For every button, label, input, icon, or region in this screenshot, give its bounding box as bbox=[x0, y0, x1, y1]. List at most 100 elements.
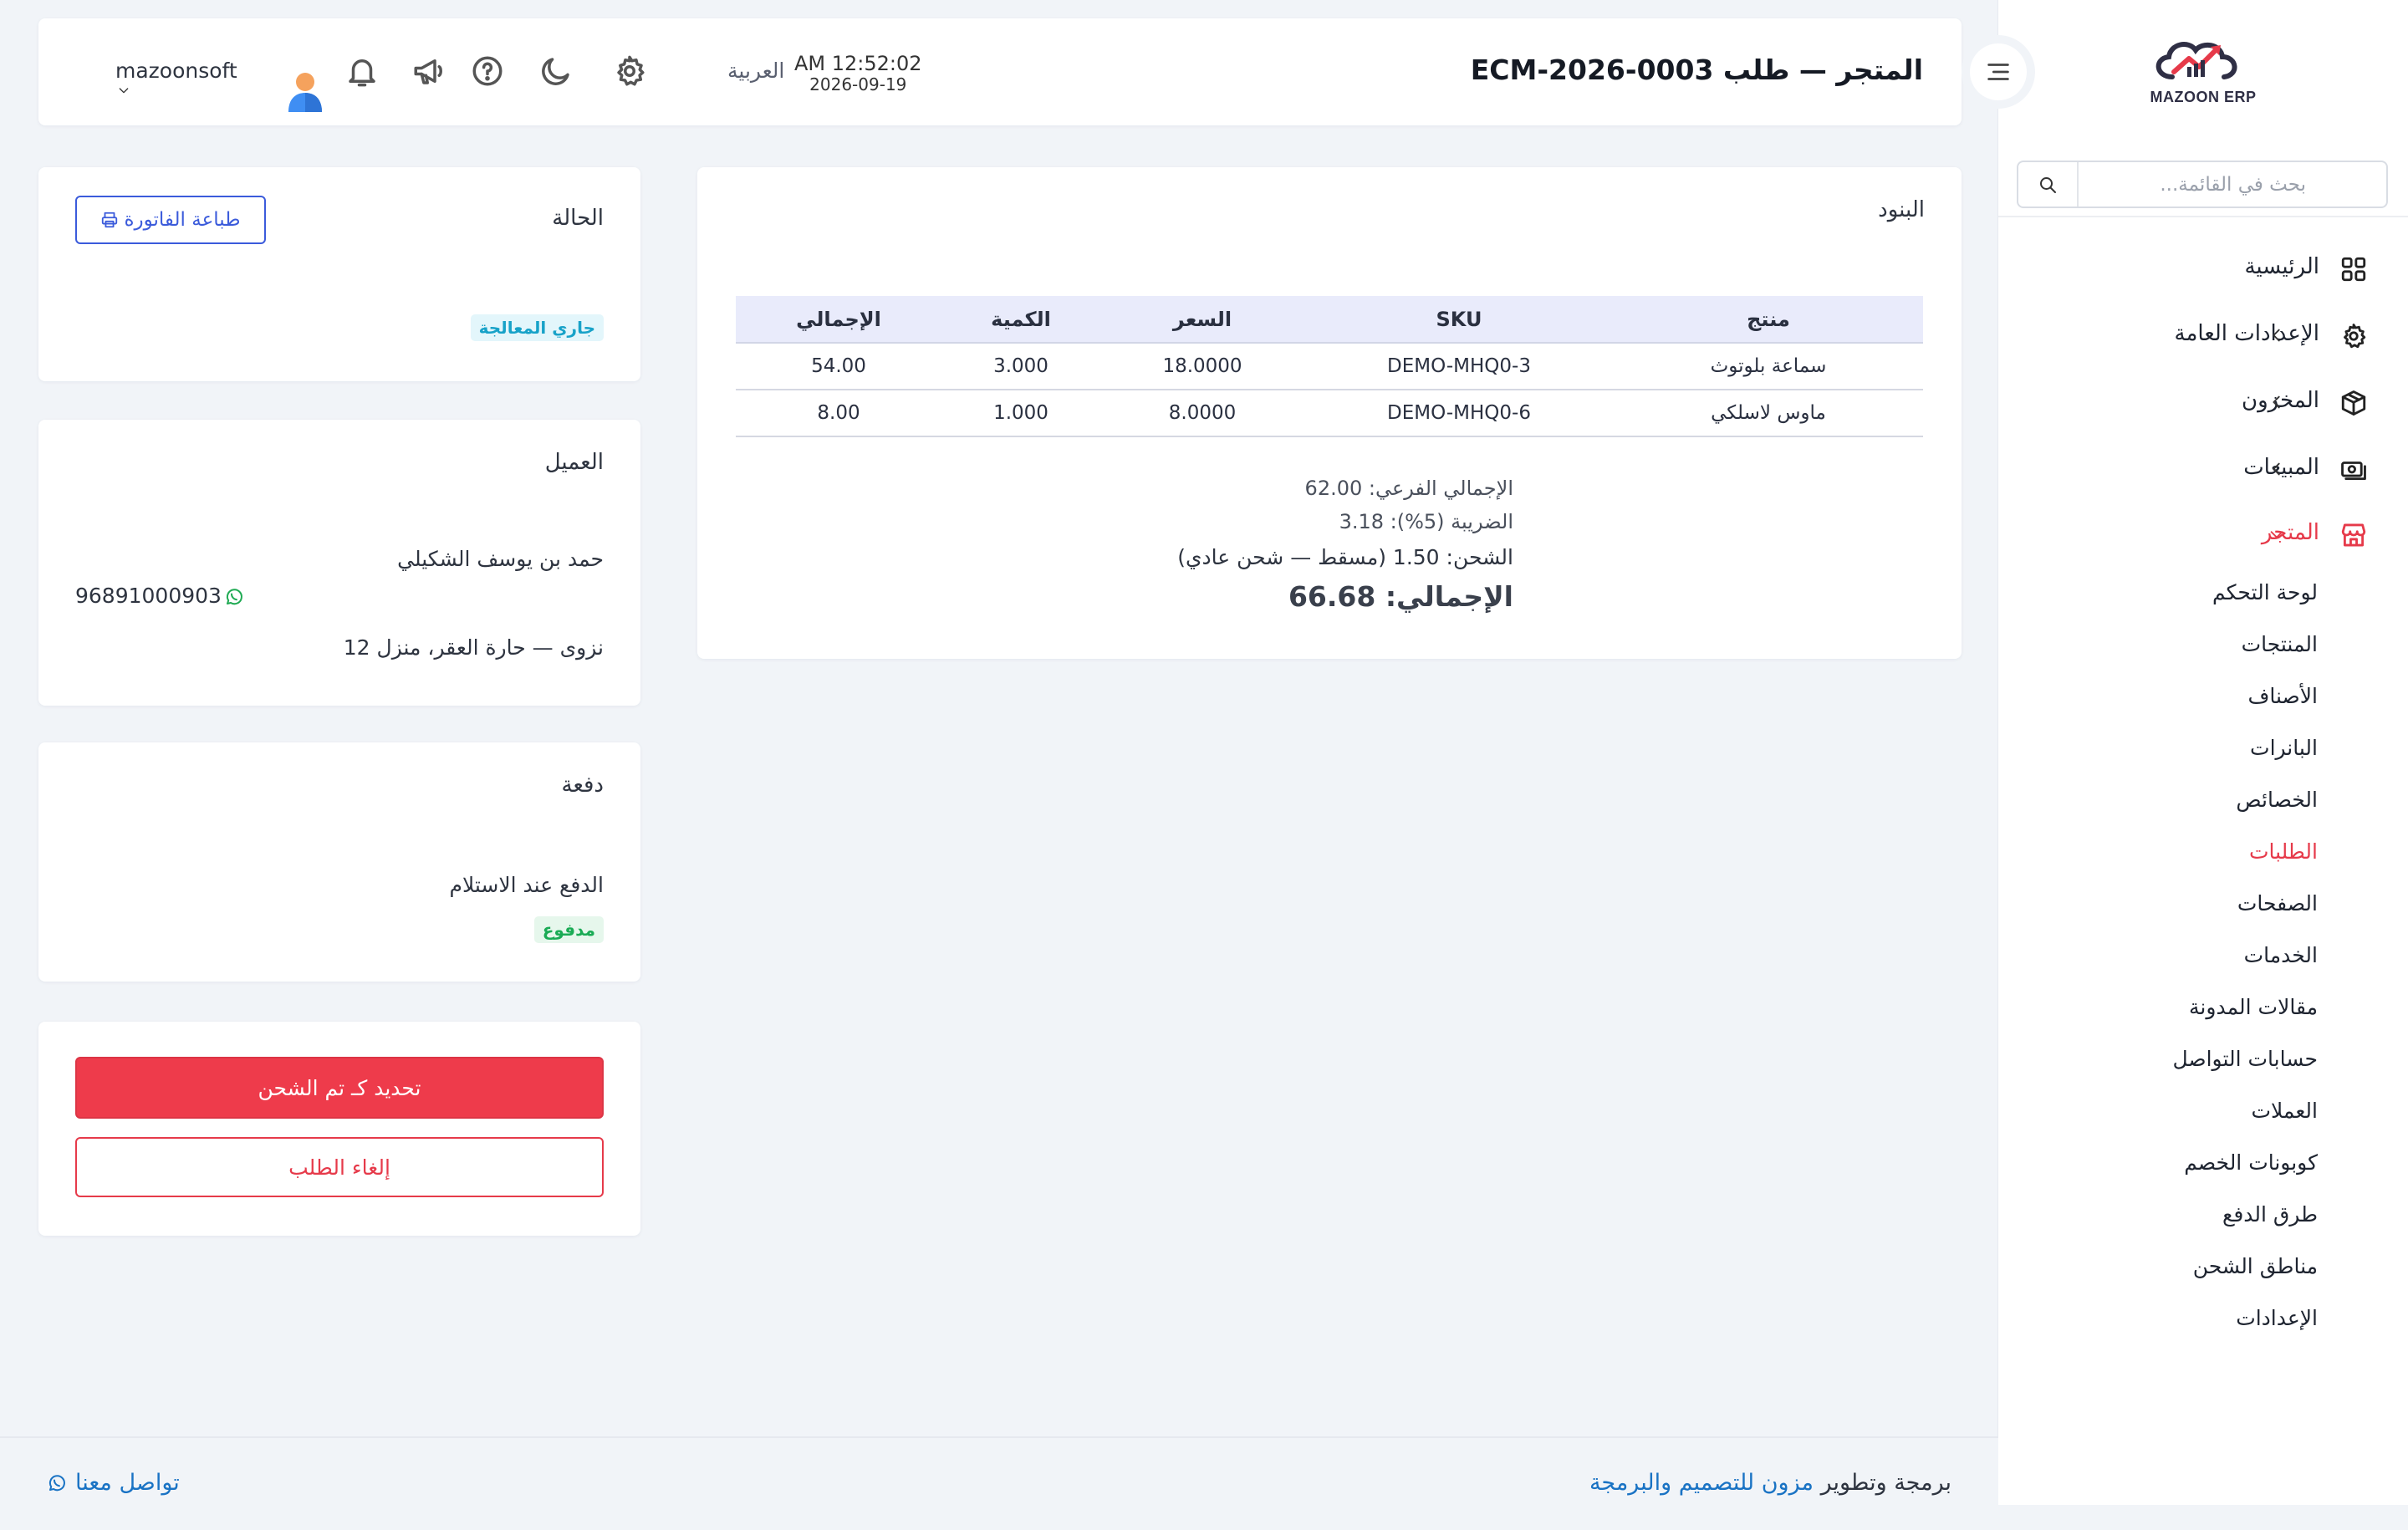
menu-search-input[interactable] bbox=[2038, 162, 2306, 207]
sidebar: MAZOON ERP الرئيسية الإعدادات العامة الم… bbox=[1998, 0, 2408, 1505]
table-row: سماعة بلوتوث DEMO-MHQ0-3 18.0000 3.000 5… bbox=[736, 343, 1923, 390]
footer-credit: برمجة وتطوير مزون للتصميم والبرمجة bbox=[1589, 1470, 1951, 1496]
page-title: المتجر — طلب ECM-2026-0003 bbox=[1470, 54, 1923, 86]
card-title: دفعة bbox=[561, 773, 605, 798]
sidebar-item-sales[interactable]: المبيعات bbox=[1998, 443, 2408, 495]
customer-name: حمد بن يوسف الشكيلي bbox=[397, 547, 604, 571]
contact-us-link[interactable]: تواصل معنا bbox=[47, 1470, 180, 1496]
mark-shipped-button[interactable]: تحديد كـ تم الشحن bbox=[75, 1057, 604, 1119]
qty-cell: 3.000 bbox=[941, 343, 1100, 390]
cash-icon bbox=[2339, 456, 2368, 484]
sidebar-subitem-attributes[interactable]: الخصائص bbox=[2236, 788, 2318, 812]
customer-card: العميل حمد بن يوسف الشكيلي 96891000903 ن… bbox=[38, 420, 640, 706]
sidebar-subitem-payment-methods[interactable]: طرق الدفع bbox=[2222, 1202, 2318, 1227]
contact-us-label: تواصل معنا bbox=[75, 1470, 180, 1496]
card-title: الحالة bbox=[552, 206, 604, 231]
gear-icon bbox=[2339, 322, 2368, 350]
sidebar-subitem-pages[interactable]: الصفحات bbox=[2237, 891, 2318, 915]
sidebar-subitem-shipping-zones[interactable]: مناطق الشحن bbox=[2193, 1254, 2318, 1278]
sidebar-item-general-settings[interactable]: الإعدادات العامة bbox=[1998, 309, 2408, 361]
column-header: السعر bbox=[1100, 296, 1304, 344]
order-actions-card: تحديد كـ تم الشحن إلغاء الطلب bbox=[38, 1022, 640, 1236]
chevron-down-icon[interactable] bbox=[117, 84, 130, 97]
card-title: العميل bbox=[544, 450, 604, 475]
username[interactable]: mazoonsoft bbox=[115, 59, 237, 83]
sidebar-subitem-categories[interactable]: الأصناف bbox=[2247, 684, 2318, 708]
sidebar-item-home[interactable]: الرئيسية bbox=[1998, 242, 2408, 294]
printer-icon bbox=[100, 211, 119, 229]
sidebar-item-inventory[interactable]: المخزون bbox=[1998, 376, 2408, 428]
box-icon bbox=[2339, 389, 2368, 417]
footer-credit-link[interactable]: مزون للتصميم والبرمجة bbox=[1589, 1470, 1814, 1496]
chevron-down-icon bbox=[2268, 525, 2286, 543]
sidebar-subitem-currencies[interactable]: العملات bbox=[2251, 1099, 2318, 1123]
customer-address: نزوى — حارة العقر، منزل 12 bbox=[343, 635, 604, 660]
footer: برمجة وتطوير مزون للتصميم والبرمجة تواصل… bbox=[0, 1436, 1998, 1530]
status-card: الحالة طباعة الفاتورة جاري المعالجة bbox=[38, 167, 640, 381]
sidebar-subitem-coupons[interactable]: كوبونات الخصم bbox=[2184, 1150, 2318, 1175]
sidebar-toggle[interactable] bbox=[1962, 35, 2035, 109]
bell-icon[interactable] bbox=[344, 54, 380, 89]
sidebar-subitem-banners[interactable]: البانرات bbox=[2250, 736, 2318, 760]
shipping: الشحن: 1.50 (مسقط — شحن عادي) bbox=[1177, 545, 1513, 569]
logo-mark-icon bbox=[2155, 42, 2237, 79]
customer-phone[interactable]: 96891000903 bbox=[75, 584, 222, 608]
logo-text: MAZOON ERP bbox=[2150, 89, 2257, 105]
sidebar-subitem-settings[interactable]: الإعدادات bbox=[2236, 1306, 2318, 1330]
price-cell: 18.0000 bbox=[1100, 343, 1304, 390]
qty-cell: 1.000 bbox=[941, 390, 1100, 437]
tax: الضريبة (5%): 3.18 bbox=[1339, 510, 1513, 533]
brand-logo[interactable]: MAZOON ERP bbox=[2140, 33, 2266, 117]
sku-cell: DEMO-MHQ0-3 bbox=[1304, 343, 1614, 390]
sidebar-subitem-blog-posts[interactable]: مقالات المدونة bbox=[2189, 995, 2318, 1019]
top-bar: المتجر — طلب ECM-2026-0003 AM 12:52:02 2… bbox=[38, 18, 1962, 125]
language-switch[interactable]: العربية bbox=[727, 59, 784, 83]
search-icon[interactable] bbox=[2018, 162, 2079, 207]
table-row: ماوس لاسلكي DEMO-MHQ0-6 8.0000 1.000 8.0… bbox=[736, 390, 1923, 437]
product-cell: سماعة بلوتوث bbox=[1614, 343, 1923, 390]
payment-card: دفعة الدفع عند الاستلام مدفوع bbox=[38, 742, 640, 982]
column-header: SKU bbox=[1304, 296, 1614, 344]
print-invoice-button[interactable]: طباعة الفاتورة bbox=[75, 196, 266, 244]
status-badge: جاري المعالجة bbox=[470, 314, 604, 341]
sidebar-item-label: الإعدادات العامة bbox=[2174, 321, 2319, 346]
order-items-table: منتج SKU السعر الكمية الإجمالي سماعة بلو… bbox=[736, 296, 1923, 437]
sidebar-item-store[interactable]: المتجر bbox=[1998, 508, 2408, 560]
whatsapp-icon[interactable] bbox=[224, 587, 244, 607]
column-header: منتج bbox=[1614, 296, 1923, 344]
cancel-order-button[interactable]: إلغاء الطلب bbox=[75, 1137, 604, 1197]
grid-icon bbox=[2339, 255, 2368, 283]
line-total-cell: 54.00 bbox=[736, 343, 941, 390]
menu-icon bbox=[1970, 43, 2027, 100]
card-title: البنود bbox=[1878, 197, 1925, 222]
column-header: الإجمالي bbox=[736, 296, 941, 344]
megaphone-icon[interactable] bbox=[411, 54, 446, 89]
footer-credit-prefix: برمجة وتطوير bbox=[1820, 1470, 1951, 1496]
price-cell: 8.0000 bbox=[1100, 390, 1304, 437]
subtotal: الإجمالي الفرعي: 62.00 bbox=[1304, 477, 1513, 500]
sidebar-subitem-dashboard[interactable]: لوحة التحكم bbox=[2212, 580, 2318, 604]
chevron-left-icon bbox=[2268, 393, 2286, 411]
clock-date: 2026-09-19 bbox=[809, 74, 907, 94]
clock-time: AM 12:52:02 bbox=[794, 52, 922, 75]
avatar[interactable] bbox=[286, 70, 324, 114]
sidebar-subitem-orders[interactable]: الطلبات bbox=[2249, 839, 2318, 864]
print-button-label: طباعة الفاتورة bbox=[124, 209, 241, 231]
table-header-row: منتج SKU السعر الكمية الإجمالي bbox=[736, 296, 1923, 344]
grand-total: الإجمالي: 66.68 bbox=[1288, 580, 1513, 613]
whatsapp-icon bbox=[47, 1473, 67, 1493]
sidebar-subitem-services[interactable]: الخدمات bbox=[2244, 943, 2318, 967]
column-header: الكمية bbox=[941, 296, 1100, 344]
payment-status-badge: مدفوع bbox=[533, 916, 604, 943]
sidebar-item-label: الرئيسية bbox=[2244, 254, 2319, 279]
menu-search bbox=[2017, 161, 2388, 208]
store-icon bbox=[2339, 521, 2368, 549]
chevron-left-icon bbox=[2268, 326, 2286, 344]
moon-icon[interactable] bbox=[538, 54, 574, 89]
sidebar-subitem-social-accounts[interactable]: حسابات التواصل bbox=[2172, 1047, 2318, 1071]
gear-icon[interactable] bbox=[612, 54, 647, 89]
chevron-left-icon bbox=[2268, 460, 2286, 478]
sidebar-subitem-products[interactable]: المنتجات bbox=[2242, 632, 2318, 656]
line-total-cell: 8.00 bbox=[736, 390, 941, 437]
help-icon[interactable] bbox=[470, 54, 505, 89]
